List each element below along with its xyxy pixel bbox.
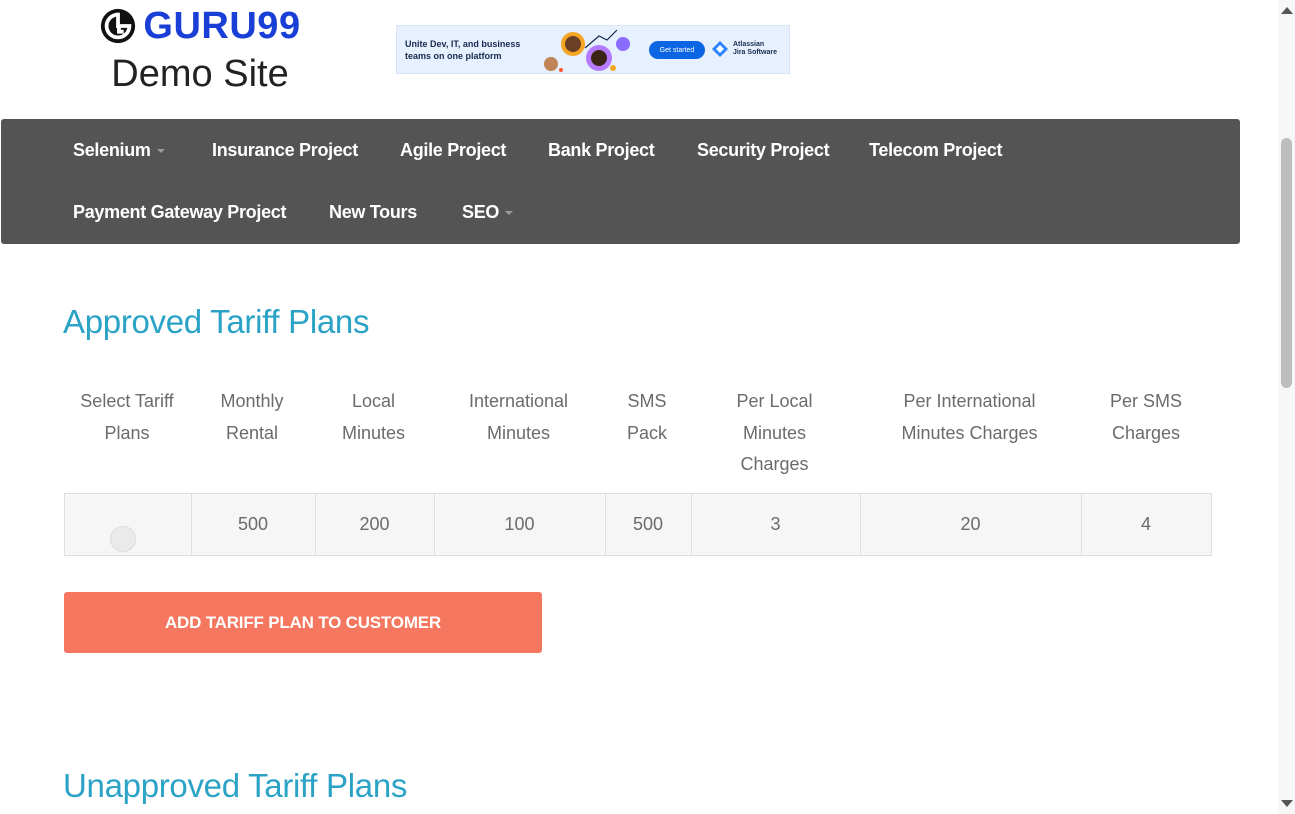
caret-down-icon (156, 149, 165, 154)
ad-brand-line2: Jira Software (733, 49, 777, 56)
header-per-local-minutes-charges: Per Local Minutes Charges (736, 391, 813, 474)
tariff-plan-radio[interactable] (110, 525, 136, 552)
nav-item-insurance-project[interactable]: Insurance Project (212, 140, 358, 161)
ad-people-illustration (544, 29, 630, 72)
cell-per-sms-charges: 4 (1140, 514, 1151, 534)
ad-banner[interactable]: Unite Dev, IT, and business teams on one… (396, 25, 790, 74)
site-logo[interactable]: GURU99 Demo Site (90, 4, 310, 96)
scroll-up-arrow-icon[interactable] (1281, 7, 1293, 14)
nav-item-agile-project[interactable]: Agile Project (400, 140, 506, 161)
header-international-minutes: International Minutes (468, 391, 569, 443)
site-title: Demo Site (111, 53, 289, 95)
ad-brand-line1: Atlassian (733, 41, 765, 48)
cell-monthly-rental: 500 (191, 494, 316, 555)
nav-item-label: Selenium (73, 140, 151, 160)
nav-item-new-tours[interactable]: New Tours (329, 202, 417, 223)
scrollbar-thumb[interactable] (1281, 138, 1292, 388)
nav-item-label: SEO (462, 202, 500, 222)
ad-brand: Atlassian Jira Software (711, 40, 777, 58)
header-per-international-minutes-charges: Per International Minutes Charges (901, 391, 1038, 443)
add-tariff-plan-button[interactable]: ADD TARIFF PLAN TO CUSTOMER (64, 592, 542, 653)
approved-tariff-plans-title: Approved Tariff Plans (63, 303, 370, 340)
table-row: 500 200 100 500 3 20 4 (64, 493, 1212, 556)
cell-local-minutes: 200 (315, 494, 435, 555)
main-nav: Selenium Insurance Project Agile Project… (1, 119, 1240, 244)
cell-per-international-charges: 20 (860, 494, 1082, 555)
ad-text: Unite Dev, IT, and business teams on one… (405, 39, 521, 61)
vertical-scrollbar[interactable] (1278, 0, 1295, 814)
logo-text: GURU99 (143, 5, 301, 47)
nav-item-payment-gateway-project[interactable]: Payment Gateway Project (73, 202, 287, 223)
header-sms-pack: SMS Pack (626, 391, 668, 443)
ad-get-started-button[interactable]: Get started (649, 41, 705, 59)
guru99-logo-icon (101, 8, 136, 44)
jira-diamond-icon (712, 41, 728, 57)
cell-international-minutes: 100 (434, 494, 606, 555)
caret-down-icon (505, 211, 514, 216)
nav-item-selenium[interactable]: Selenium (73, 140, 165, 161)
cell-select (65, 494, 192, 555)
unapproved-tariff-plans-title: Unapproved Tariff Plans (63, 767, 408, 804)
cell-sms-pack: 500 (605, 494, 692, 555)
cell-per-local-charges: 3 (691, 494, 861, 555)
scroll-down-arrow-icon[interactable] (1281, 800, 1293, 807)
nav-item-bank-project[interactable]: Bank Project (548, 140, 655, 161)
nav-item-seo[interactable]: SEO (462, 202, 514, 223)
nav-item-security-project[interactable]: Security Project (697, 140, 830, 161)
header-select-tariff-plans: Select Tariff Plans (80, 391, 174, 443)
nav-item-telecom-project[interactable]: Telecom Project (869, 140, 1003, 161)
header-local-minutes: Local Minutes (341, 391, 406, 443)
header-monthly-rental: Monthly Rental (220, 391, 284, 443)
header-per-sms-charges: Per SMS Charges (1109, 391, 1183, 443)
